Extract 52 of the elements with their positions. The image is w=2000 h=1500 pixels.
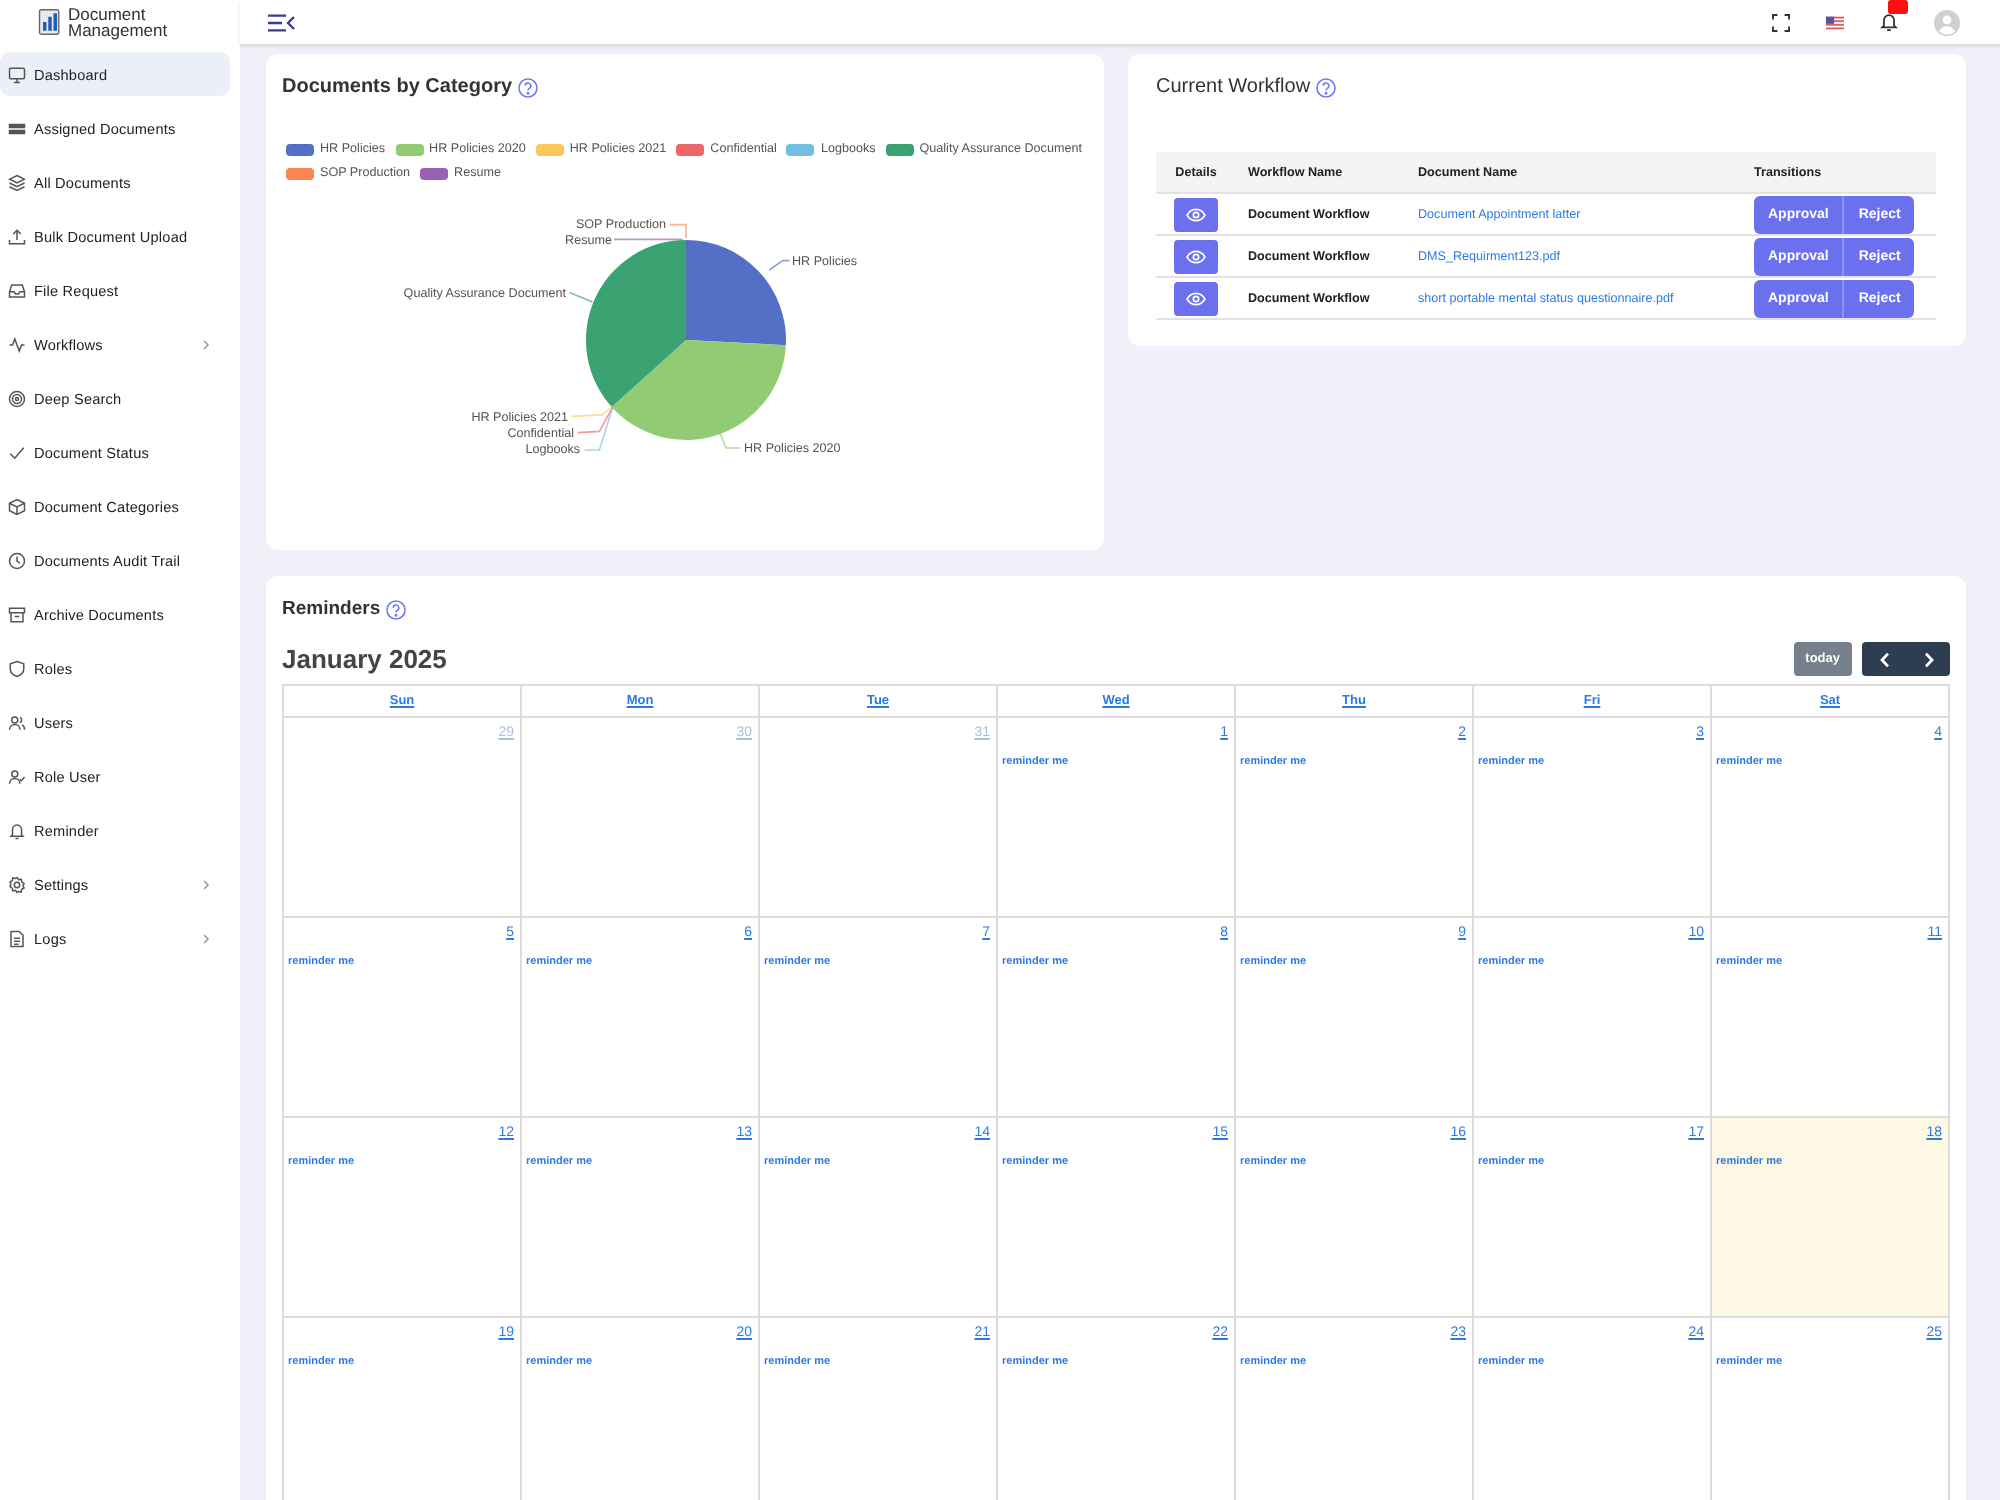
- logo-icon: [36, 8, 64, 36]
- notification-badge-icon: [1888, 0, 1908, 14]
- help-icon[interactable]: [1316, 78, 1337, 98]
- legend-swatch-icon[interactable]: [786, 143, 815, 155]
- user-check-icon: [8, 767, 26, 785]
- legend-swatch-icon[interactable]: [286, 167, 314, 179]
- settings-icon: [8, 875, 26, 893]
- card-title: Reminders: [282, 597, 381, 619]
- eye-icon: [1186, 291, 1206, 305]
- help-icon[interactable]: [386, 600, 407, 620]
- help-icon[interactable]: [518, 78, 539, 98]
- view-button[interactable]: [1174, 239, 1218, 273]
- pulse-icon: [8, 335, 26, 353]
- bars-icon: [8, 119, 26, 137]
- next-button[interactable]: [1906, 642, 1950, 676]
- eye-icon: [1186, 249, 1206, 263]
- inbox-icon: [8, 281, 26, 299]
- legend-swatch-icon[interactable]: [286, 143, 314, 155]
- file-icon: [8, 929, 26, 947]
- leader-line: [718, 430, 742, 449]
- upload-icon: [8, 227, 26, 245]
- previous-button[interactable]: [1862, 642, 1906, 676]
- chevron-right-icon: [1923, 651, 1933, 667]
- card-title: Current Workflow: [1156, 75, 1311, 97]
- calendar-title: January 2025: [282, 644, 447, 674]
- target-icon: [8, 389, 26, 407]
- chevron-left-icon: [1879, 651, 1889, 667]
- view-button[interactable]: [1174, 197, 1218, 231]
- shield-icon: [8, 659, 26, 677]
- bell-icon: [8, 821, 26, 839]
- eye-icon: [1186, 207, 1206, 221]
- legend-swatch-icon[interactable]: [395, 143, 424, 155]
- menu-collapse-icon[interactable]: [268, 13, 296, 31]
- legend-swatch-icon[interactable]: [676, 143, 705, 155]
- leader-line: [768, 259, 791, 271]
- monitor-icon: [8, 65, 26, 83]
- card-title: Documents by Category: [282, 75, 513, 97]
- legend-swatch-icon[interactable]: [535, 143, 564, 155]
- users-icon: [8, 713, 26, 731]
- leader-line: [568, 291, 594, 303]
- flag-icon[interactable]: [1826, 15, 1844, 29]
- clock-icon: [8, 551, 26, 569]
- legend-swatch-icon[interactable]: [420, 167, 449, 179]
- cube-icon: [8, 497, 26, 515]
- check-icon: [8, 443, 26, 461]
- fullscreen-icon[interactable]: [1772, 13, 1790, 31]
- legend-swatch-icon[interactable]: [885, 143, 914, 155]
- archive-icon: [8, 605, 26, 623]
- bell-icon[interactable]: [1880, 12, 1898, 32]
- view-button[interactable]: [1174, 281, 1218, 315]
- layers-icon: [8, 173, 26, 191]
- logo-text: Document Management: [68, 6, 170, 38]
